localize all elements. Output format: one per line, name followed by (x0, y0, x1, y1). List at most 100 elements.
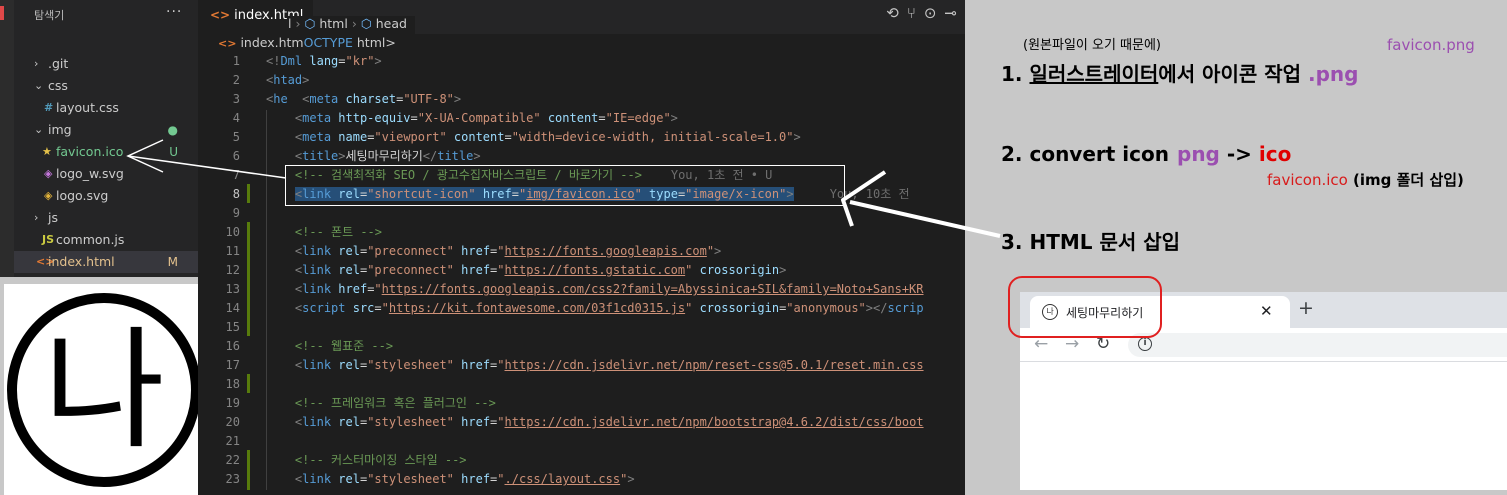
code-line[interactable]: 18 (198, 375, 965, 394)
code-line[interactable]: 23 <link rel="stylesheet" href="./css/la… (198, 470, 965, 489)
code-text: <link rel="preconnect" href="https://fon… (294, 244, 722, 258)
breadcrumb[interactable]: l › ⬡ html › ⬡ head (288, 16, 415, 34)
file-tree-item[interactable]: # layout.css (14, 97, 198, 119)
code-text: <link href="https://fonts.googleapis.com… (294, 282, 924, 296)
file-type-icon: ◈ (44, 167, 53, 180)
line-number: 21 (225, 434, 240, 448)
code-line[interactable]: 16 <!-- 웹표준 --> (198, 337, 965, 356)
code-line[interactable]: 20 <link rel="stylesheet" href="https://… (198, 413, 965, 432)
file-tree-item[interactable]: ◈ logo_w.svg (14, 163, 198, 185)
code-line[interactable]: 12 <link rel="preconnect" href="https://… (198, 261, 965, 280)
small-note: (원본파일이 오기 때문에) (1023, 38, 1162, 53)
file-tree-item[interactable]: › js (14, 207, 198, 229)
code-line[interactable]: 9 (198, 204, 965, 223)
file-tree-item[interactable]: › .git (14, 53, 198, 75)
code-line[interactable]: 10 <!-- 폰트 --> (198, 223, 965, 242)
file-tree-item[interactable]: JS common.js (14, 229, 198, 251)
new-tab-button[interactable]: + (1298, 297, 1314, 319)
close-icon[interactable]: ✕ (1260, 302, 1273, 320)
line-number: 6 (232, 149, 240, 163)
file-tree-label: favicon.ico (56, 144, 124, 159)
code-text: <htad> (266, 73, 310, 87)
code-text: <!-- 프레임워크 혹은 플러그인 --> (294, 396, 496, 410)
tab-highlight-circle (1008, 276, 1162, 338)
favicon-ico-note: favicon.ico (img 폴더 삽입) (1267, 169, 1464, 190)
line-number: 5 (232, 130, 240, 144)
chevron-icon: › (34, 211, 39, 224)
code-text: <link rel="stylesheet" href="./css/layou… (294, 472, 635, 486)
breadcrumb-head[interactable]: head (376, 16, 407, 31)
code-line[interactable]: 5 <meta name="viewport" content="width=d… (198, 128, 965, 147)
line-number: 15 (225, 320, 240, 334)
overlapping-tab[interactable]: <> index.htmOCTYPE html> (218, 34, 396, 52)
line-number: 19 (225, 396, 240, 410)
step-2-text: 2. convert icon (1001, 142, 1169, 166)
code-line[interactable]: 14 <script src="https://kit.fontawesome.… (198, 299, 965, 318)
code-line[interactable]: 4 <meta http-equiv="X-UA-Compatible" con… (198, 109, 965, 128)
line-number: 18 (225, 377, 240, 391)
editor-action-icons[interactable]: ⟲⑂⊙⊸ (886, 4, 965, 22)
code-text: <link rel="stylesheet" href="https://cdn… (294, 358, 924, 372)
code-line[interactable]: 21 (198, 432, 965, 451)
code-text: <title>세팅마무리하기</title> (294, 149, 481, 163)
favicon-png-label: favicon.png (1387, 36, 1475, 54)
explorer-title: 탐색기 (34, 9, 65, 22)
logo-preview: 나 (4, 284, 204, 495)
file-tree-label: css (48, 78, 68, 93)
info-icon[interactable]: i (1138, 337, 1152, 351)
code-line[interactable]: 17 <link rel="stylesheet" href="https://… (198, 356, 965, 375)
line-number: 11 (225, 244, 240, 258)
file-tree-item[interactable]: ⌄ css (14, 75, 198, 97)
doctype-fragment: OCTYPE (303, 35, 353, 50)
element-icon: ⬡ (304, 16, 316, 31)
tab2-label: index.htm (240, 35, 304, 50)
breadcrumb-separator: › (351, 16, 361, 31)
code-line[interactable]: 1 <!Dml lang="kr"> (198, 52, 965, 71)
tag-fragment: html> (356, 35, 396, 50)
code-text: <!-- 웹표준 --> (294, 339, 394, 353)
code-editor[interactable]: <> index.html ⟲⑂⊙⊸ l › ⬡ html › ⬡ head <>… (198, 0, 965, 495)
breadcrumb-html[interactable]: html (319, 16, 347, 31)
code-line[interactable]: 3 <he <meta charset="UTF-8"> (198, 90, 965, 109)
line-number: 17 (225, 358, 240, 372)
file-tree-item[interactable]: ★ favicon.ico U (14, 141, 198, 163)
html-file-icon: <> (210, 8, 231, 22)
code-line[interactable]: 6 <title>세팅마무리하기</title> (198, 147, 965, 166)
chevron-icon: ⌄ (34, 123, 44, 136)
address-bar[interactable]: i (1128, 333, 1507, 357)
chevron-icon: ⌄ (34, 79, 44, 92)
logo-image: 나 (7, 293, 201, 487)
code-line[interactable]: 22 <!-- 커스터마이징 스타일 --> (198, 451, 965, 470)
git-status-badge: U (169, 145, 178, 159)
line-number: 12 (225, 263, 240, 277)
line-number: 7 (232, 168, 240, 182)
activity-bar (0, 0, 14, 277)
code-text: <!-- 커스터마이징 스타일 --> (294, 453, 467, 467)
file-type-icon: # (44, 101, 54, 114)
file-tree-label: img (48, 122, 72, 137)
more-actions-icon[interactable]: ··· (166, 4, 182, 20)
file-type-icon: JS (42, 233, 55, 246)
file-tree-label: logo.svg (56, 188, 109, 203)
code-line[interactable]: 13 <link href="https://fonts.googleapis.… (198, 280, 965, 299)
file-tree-item[interactable]: ⌄ img ● (14, 119, 198, 141)
code-line[interactable]: 2 <htad> (198, 71, 965, 90)
activity-indicator (0, 6, 4, 20)
code-line[interactable]: 11 <link rel="preconnect" href="https://… (198, 242, 965, 261)
logo-glyph: 나 (43, 314, 164, 468)
line-number: 2 (232, 73, 240, 87)
file-tree-label: index.html (48, 254, 115, 269)
file-type-icon: ★ (42, 145, 52, 158)
file-tree-item[interactable]: <> index.html M (14, 251, 198, 273)
code-line[interactable]: 19 <!-- 프레임워크 혹은 플러그인 --> (198, 394, 965, 413)
file-tree-label: logo_w.svg (56, 166, 124, 181)
code-line[interactable]: 15 (198, 318, 965, 337)
step-2-png: png (1177, 142, 1220, 166)
file-tree-item[interactable]: ◈ logo.svg (14, 185, 198, 207)
step-1-underlined: 일러스트레이터 (1029, 62, 1159, 86)
step-1-ext: .png (1308, 62, 1359, 86)
file-tree-label: common.js (56, 232, 125, 247)
code-text: <!-- 폰트 --> (294, 225, 383, 239)
favicon-ico-folder: (img 폴더 삽입) (1347, 171, 1464, 189)
step-2-arrow: -> (1219, 142, 1259, 166)
